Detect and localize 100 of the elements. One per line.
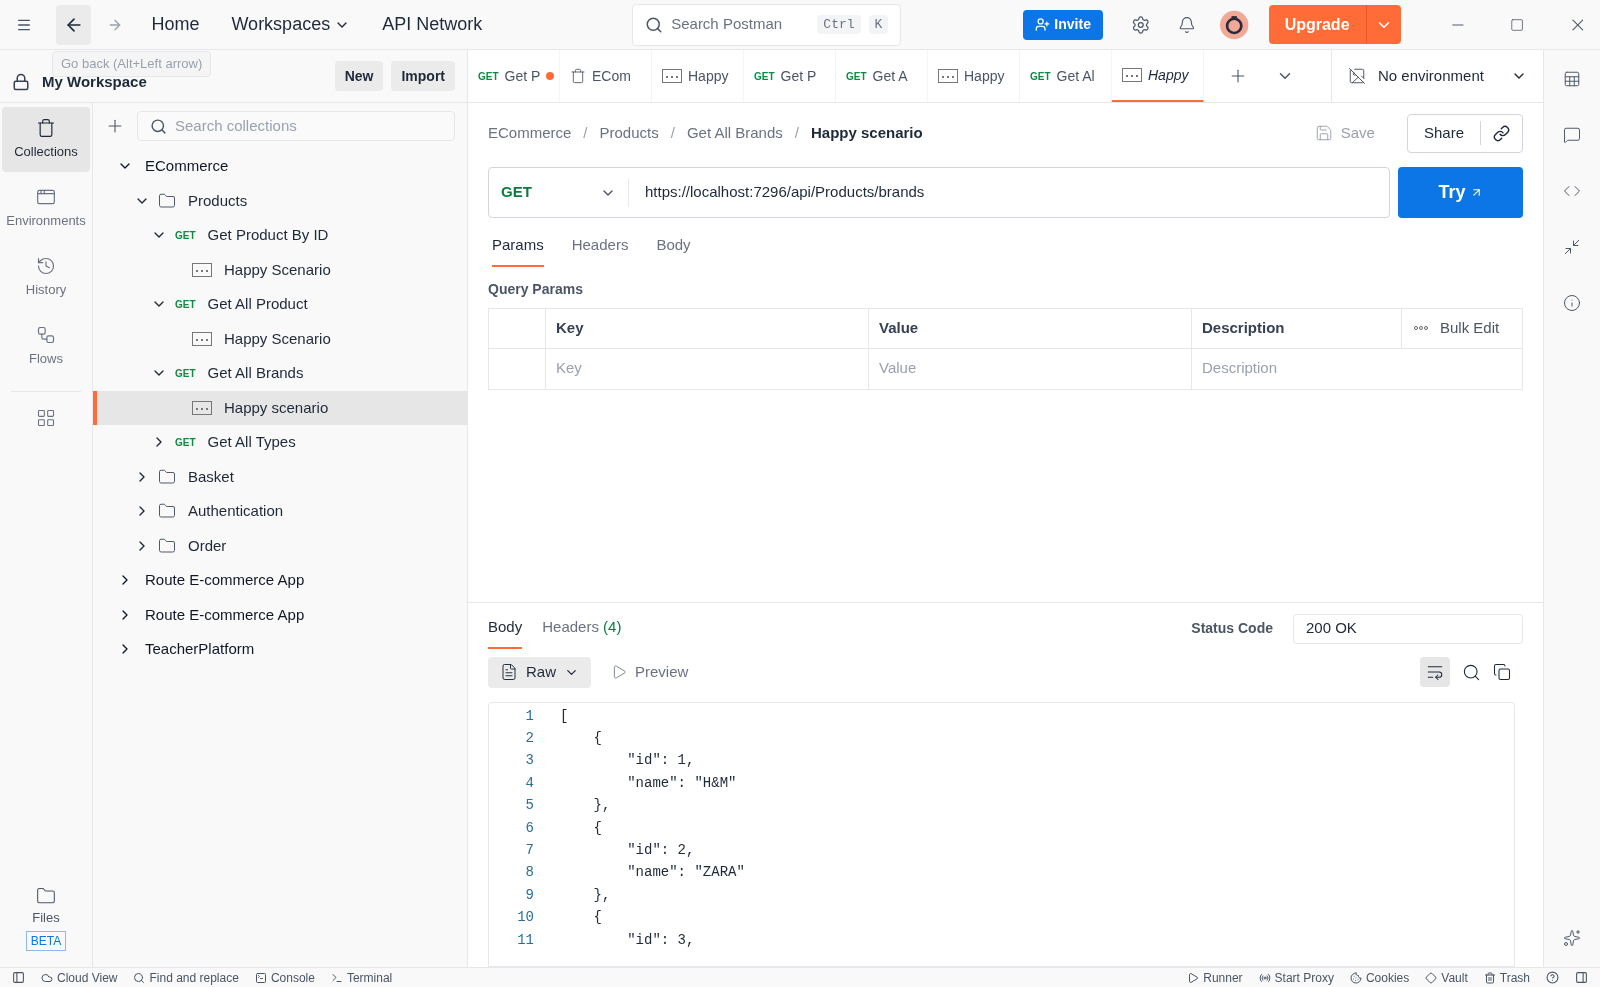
status-bar-item[interactable]: Start Proxy <box>1258 968 1334 987</box>
search-icon <box>150 117 167 135</box>
tree-item[interactable]: Route E-commerce App <box>93 563 467 598</box>
sidebar-tab[interactable]: History <box>2 245 90 310</box>
tree-item[interactable]: ECommerce <box>93 149 467 184</box>
line-number: 4 <box>524 773 534 793</box>
back-button[interactable] <box>55 4 92 45</box>
request-tab[interactable]: Happy <box>928 50 1020 102</box>
add-grid-icon[interactable] <box>36 408 56 428</box>
workspace-button[interactable]: New <box>334 61 384 91</box>
wrap-button[interactable] <box>1420 657 1450 687</box>
panel-toggle-icon[interactable] <box>1575 971 1588 984</box>
response-tab[interactable]: Headers (4) <box>542 608 622 649</box>
help-icon[interactable] <box>1546 971 1559 984</box>
breadcrumb-item[interactable]: ECommerce <box>488 121 572 145</box>
cookie-icon <box>1349 971 1362 984</box>
request-section-tab[interactable]: Body <box>656 234 691 267</box>
folder-icon <box>158 191 176 210</box>
tree-item[interactable]: GET Get All Product <box>93 287 467 322</box>
status-bar-item[interactable]: Cloud View <box>41 968 118 987</box>
request-section-tab[interactable]: Headers <box>571 234 629 267</box>
sidebar-toggle-icon[interactable] <box>12 971 25 984</box>
spreadsheet-icon[interactable] <box>1563 70 1581 88</box>
status-bar-item[interactable]: Terminal <box>330 968 393 987</box>
bin-icon <box>36 117 56 138</box>
status-bar-item[interactable]: Trash <box>1483 968 1530 987</box>
files-button[interactable]: Files <box>32 885 60 927</box>
method-select[interactable]: GET <box>501 181 532 204</box>
tree-item[interactable]: Order <box>93 528 467 563</box>
status-bar-item[interactable]: Console <box>254 968 315 987</box>
info-icon[interactable] <box>1563 294 1581 312</box>
sidebar-tab[interactable]: Environments <box>2 176 90 241</box>
avatar[interactable] <box>1220 8 1249 41</box>
request-tab[interactable]: Happy <box>652 50 744 102</box>
request-tab[interactable]: GET Get P <box>468 50 560 102</box>
nav-link[interactable]: Home <box>139 11 212 38</box>
url-text: https://localhost:7296/api/Products/brands <box>644 182 926 203</box>
tree-item[interactable]: GET Get Product By ID <box>93 218 467 253</box>
tree-item[interactable]: Happy scenario <box>93 390 467 425</box>
send-button[interactable]: Try <box>1398 167 1523 218</box>
play-icon <box>611 664 627 680</box>
tree-item[interactable]: Happy Scenario <box>93 252 467 287</box>
preview-button[interactable]: Preview <box>611 660 689 684</box>
status-bar-item[interactable]: Runner <box>1187 968 1243 987</box>
bulk-edit-button[interactable]: Bulk Edit <box>1402 308 1522 348</box>
settings-icon[interactable] <box>1130 13 1151 36</box>
sidebar-tab[interactable]: Flows <box>2 314 90 379</box>
method-label: GET <box>478 69 499 84</box>
tree-item[interactable]: Route E-commerce App <box>93 597 467 632</box>
request-tab[interactable]: GET Get P <box>744 50 836 102</box>
code-line: "name": "H&M" <box>626 773 737 793</box>
url-bar[interactable]: GET https://localhost:7296/api/Products/brands <box>488 167 1390 218</box>
request-tab[interactable]: ECom <box>560 50 652 102</box>
environment-selector[interactable]: No environment <box>1331 50 1543 102</box>
breadcrumb-item[interactable]: Products <box>599 121 659 145</box>
sidebar-tab[interactable]: Collections <box>2 107 90 172</box>
request-tab[interactable]: GET Get Al <box>1020 50 1112 102</box>
tree-item[interactable]: Authentication <box>93 494 467 529</box>
status-label: Status Code <box>1191 619 1273 638</box>
status-bar-item[interactable]: Vault <box>1425 968 1468 987</box>
code-line: "id": 3, <box>626 930 695 950</box>
maximize-icon[interactable] <box>1510 16 1525 33</box>
request-tab[interactable]: Happy <box>1112 50 1204 102</box>
nav-link[interactable]: Workspaces <box>219 11 363 38</box>
wrap-text-icon <box>1426 663 1444 681</box>
link-icon[interactable] <box>1493 124 1510 142</box>
code-line: }, <box>592 885 611 905</box>
breadcrumb-item[interactable]: Get All Brands <box>686 121 783 145</box>
tab-label: Get A <box>872 66 908 86</box>
tree-item[interactable]: Products <box>93 183 467 218</box>
tree-item[interactable]: TeacherPlatform <box>93 632 467 667</box>
example-icon <box>1122 68 1142 82</box>
request-section-tab[interactable]: Params <box>492 234 544 267</box>
example-icon <box>662 69 682 83</box>
bell-icon[interactable] <box>1178 14 1197 35</box>
tree-item[interactable]: Basket <box>93 459 467 494</box>
tree-item-label: Basket <box>188 466 234 487</box>
example-icon <box>192 331 212 346</box>
breadcrumb-separator: / <box>583 122 588 143</box>
tree-item[interactable]: GET Get All Brands <box>93 356 467 391</box>
response-tab[interactable]: Body <box>488 608 523 649</box>
nav-link[interactable]: API Network <box>370 11 495 38</box>
line-number: 9 <box>524 885 534 905</box>
column-header: Description <box>1192 308 1402 348</box>
search-icon[interactable] <box>1462 662 1481 682</box>
search-field[interactable]: Search Postman Ctrl K <box>632 3 902 46</box>
comment-icon[interactable] <box>1563 126 1581 144</box>
copy-icon[interactable] <box>1493 663 1511 681</box>
tree-item[interactable]: GET Get All Types <box>93 425 467 460</box>
workspace-button[interactable]: Import <box>391 61 455 91</box>
status-bar-item[interactable]: Find and replace <box>133 968 239 987</box>
invite-button[interactable]: Invite <box>1023 9 1103 40</box>
line-number: 11 <box>516 930 534 950</box>
tree-item-label: Order <box>188 535 227 556</box>
sparkle-icon[interactable] <box>1563 929 1581 947</box>
status-bar-item[interactable]: Cookies <box>1349 968 1410 987</box>
format-select[interactable]: Raw <box>488 656 591 688</box>
request-tab[interactable]: GET Get A <box>836 50 928 102</box>
collapse-arrows-icon[interactable] <box>1563 238 1581 256</box>
tree-item[interactable]: Happy Scenario <box>93 321 467 356</box>
